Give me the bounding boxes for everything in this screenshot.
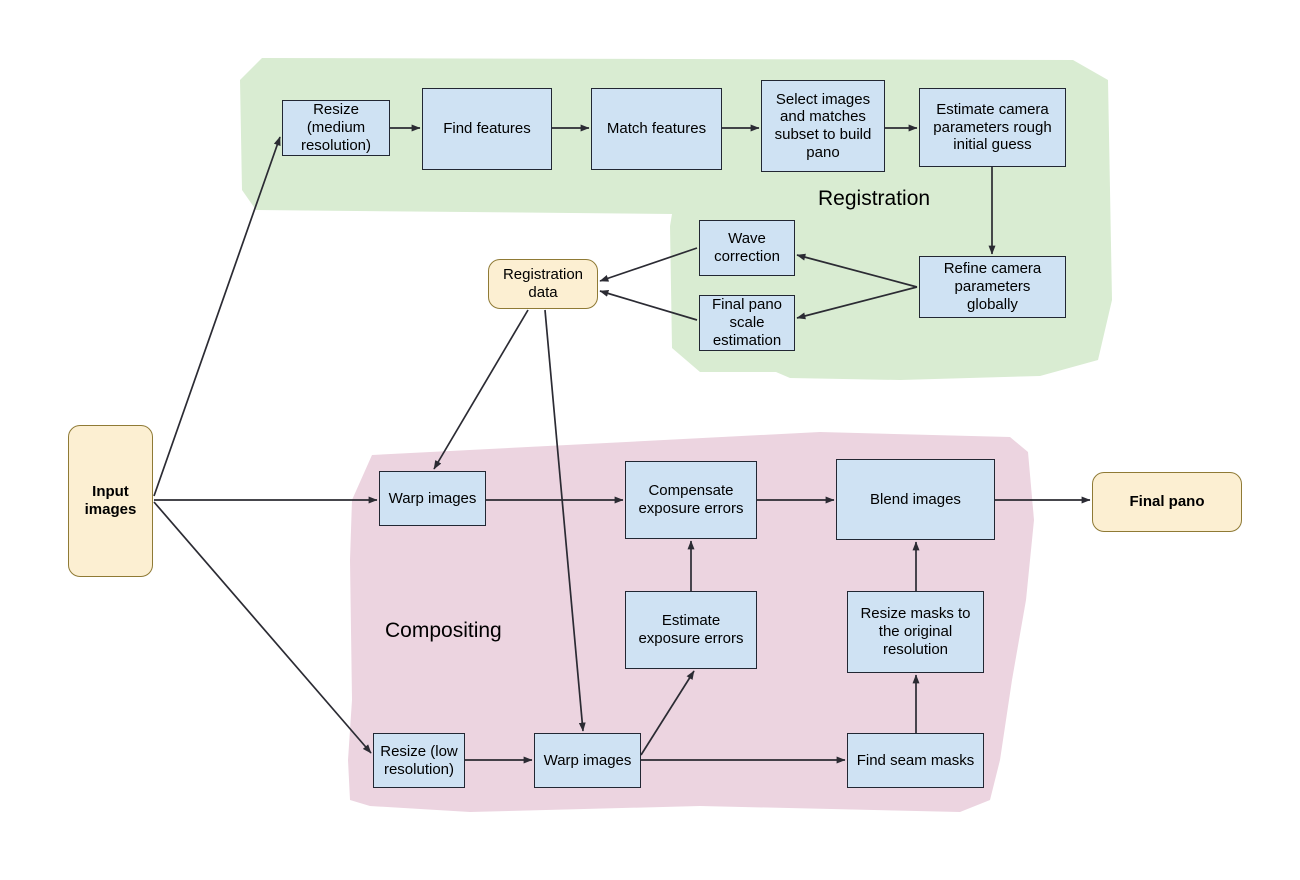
node-estimate-camera[interactable]: Estimate camera parameters rough initial… [919, 88, 1066, 167]
node-label-refine-camera: Refine camera parameters globally [943, 260, 1042, 313]
group-label-compositing: Compositing [385, 619, 502, 642]
node-layer: Registration Compositing Input images Resiz… [0, 0, 1300, 880]
node-label-match-features: Match features [606, 120, 707, 138]
node-warp-images-high[interactable]: Warp images [379, 471, 486, 526]
diagram-canvas: Registration Compositing Input images Resiz… [0, 0, 1300, 880]
node-label-warp-images-high: Warp images [388, 489, 477, 507]
node-final-pano-scale[interactable]: Final pano scale estimation [699, 295, 795, 351]
node-label-final-pano-scale: Final pano scale estimation [711, 296, 783, 349]
node-label-blend-images: Blend images [870, 490, 961, 508]
node-resize-low[interactable]: Resize (low resolution) [373, 733, 465, 788]
node-registration-data[interactable]: Registration data [488, 259, 598, 309]
node-blend-images[interactable]: Blend images [836, 459, 995, 540]
node-input-images[interactable]: Input images [68, 425, 153, 577]
node-label-registration-data: Registration data [502, 266, 584, 301]
node-label-find-features: Find features [443, 120, 531, 138]
node-label-select-images: Select images and matches subset to buil… [774, 90, 872, 161]
node-resize-masks[interactable]: Resize masks to the original resolution [847, 591, 984, 673]
node-label-estimate-camera: Estimate camera parameters rough initial… [933, 100, 1052, 154]
node-label-input-images: Input images [84, 483, 137, 518]
node-label-warp-images-low: Warp images [543, 751, 632, 769]
node-label-final-pano: Final pano [1129, 493, 1205, 511]
node-refine-camera[interactable]: Refine camera parameters globally [919, 256, 1066, 318]
node-select-images[interactable]: Select images and matches subset to buil… [761, 80, 885, 172]
node-label-resize-medium: Resize (medium resolution) [300, 101, 372, 154]
node-final-pano[interactable]: Final pano [1092, 472, 1242, 532]
node-resize-medium[interactable]: Resize (medium resolution) [282, 100, 390, 156]
node-label-wave-correction: Wave correction [714, 230, 780, 265]
node-label-resize-low: Resize (low resolution) [380, 742, 458, 778]
group-label-registration: Registration [818, 187, 931, 210]
node-match-features[interactable]: Match features [591, 88, 722, 170]
node-label-compensate-exposure: Compensate exposure errors [638, 482, 744, 517]
node-label-find-seam-masks: Find seam masks [856, 751, 975, 769]
node-label-estimate-exposure: Estimate exposure errors [638, 612, 744, 647]
node-find-seam-masks[interactable]: Find seam masks [847, 733, 984, 788]
node-find-features[interactable]: Find features [422, 88, 552, 170]
node-wave-correction[interactable]: Wave correction [699, 220, 795, 276]
node-label-resize-masks: Resize masks to the original resolution [860, 605, 971, 658]
node-estimate-exposure[interactable]: Estimate exposure errors [625, 591, 757, 669]
node-compensate-exposure[interactable]: Compensate exposure errors [625, 461, 757, 539]
node-warp-images-low[interactable]: Warp images [534, 733, 641, 788]
